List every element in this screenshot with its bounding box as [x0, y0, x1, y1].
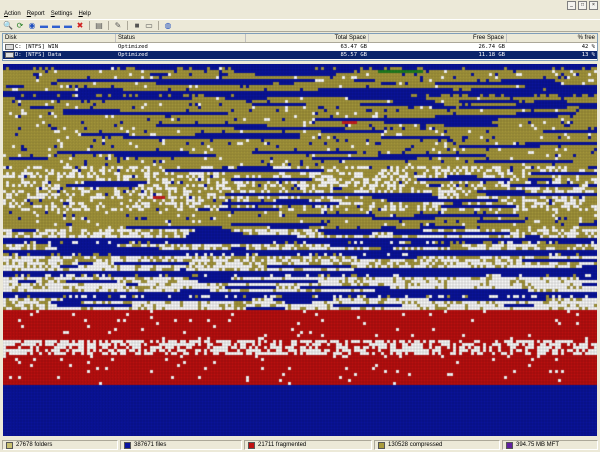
- terminal-icon[interactable]: ■: [132, 21, 142, 31]
- disk-list-header: Disk Status Total Space Free Space % fre…: [3, 34, 597, 43]
- analyze-icon[interactable]: 🔍: [3, 21, 13, 31]
- menu-bar: Action Report Settings Help: [0, 10, 91, 19]
- disk-total: 63.47 GB: [340, 44, 368, 50]
- legend-swatch: [124, 441, 131, 449]
- disk-row-d[interactable]: D: [NTFS] Data Optimized 85.57 GB 11.18 …: [3, 51, 597, 59]
- legend-swatch: [378, 441, 385, 449]
- status-bar: 27678 folders 387671 files 21711 fragmente…: [0, 438, 600, 452]
- legend-swatch: [248, 441, 255, 449]
- menu-action[interactable]: Action: [4, 10, 21, 19]
- disk-total: 85.57 GB: [340, 52, 368, 58]
- menu-settings[interactable]: Settings: [51, 10, 73, 19]
- drive-icon: [5, 43, 14, 50]
- stop-icon[interactable]: ✖: [75, 21, 85, 31]
- legend-swatch: [506, 441, 513, 449]
- defrag-icon[interactable]: ◉: [27, 21, 37, 31]
- settings-icon[interactable]: ✎: [113, 21, 123, 31]
- toolbar-separator: [158, 21, 159, 30]
- disk-name: D: [NTFS] Data: [15, 52, 62, 58]
- maximize-button[interactable]: □: [578, 1, 587, 10]
- disk-list: Disk Status Total Space Free Space % fre…: [2, 33, 598, 61]
- legend-compressed: 130528 compressed: [374, 440, 500, 450]
- disk-row-c[interactable]: C: [NTFS] WIN Optimized 63.47 GB 26.74 G…: [3, 43, 597, 51]
- disk-status: Optimized: [118, 52, 148, 58]
- minimize-button[interactable]: _: [567, 1, 576, 10]
- toolbar-separator: [108, 21, 109, 30]
- help-icon[interactable]: ◍: [163, 21, 173, 31]
- legend-files: 387671 files: [120, 440, 242, 450]
- cluster-map[interactable]: [3, 64, 597, 436]
- disk-status: Optimized: [118, 44, 148, 50]
- quick-optimize-icon[interactable]: ▬: [39, 21, 49, 31]
- title-bar: _ □ ×: [0, 0, 600, 10]
- close-button[interactable]: ×: [589, 1, 598, 10]
- legend-mft: 394.75 MB MFT: [502, 440, 598, 450]
- mft-optimize-icon[interactable]: ▬: [63, 21, 73, 31]
- legend-fragmented: 21711 fragmented: [244, 440, 372, 450]
- report-icon[interactable]: ▤: [94, 21, 104, 31]
- toolbar-separator: [89, 21, 90, 30]
- full-optimize-icon[interactable]: ▬: [51, 21, 61, 31]
- toolbar-separator: [127, 21, 128, 30]
- menu-help[interactable]: Help: [78, 10, 90, 19]
- drive-icon: [5, 51, 14, 58]
- disk-percent-free: 42 %: [581, 44, 595, 50]
- column-disk[interactable]: Disk: [3, 34, 116, 42]
- disk-name: C: [NTFS] WIN: [15, 44, 59, 50]
- legend-swatch: [6, 441, 13, 449]
- menu-report[interactable]: Report: [27, 10, 45, 19]
- disk-percent-free: 13 %: [581, 52, 595, 58]
- legend-folders: 27678 folders: [2, 440, 118, 450]
- column-percent-free[interactable]: % free: [507, 34, 597, 42]
- log-icon[interactable]: ▭: [144, 21, 154, 31]
- disk-free: 26.74 GB: [478, 44, 506, 50]
- column-total-space[interactable]: Total Space: [246, 34, 369, 42]
- disk-free: 11.18 GB: [478, 52, 506, 58]
- refresh-icon[interactable]: ⟳: [15, 21, 25, 31]
- column-status[interactable]: Status: [116, 34, 246, 42]
- toolbar: 🔍 ⟳ ◉ ▬ ▬ ▬ ✖ ▤ ✎ ■ ▭ ◍: [0, 19, 600, 32]
- column-free-space[interactable]: Free Space: [369, 34, 507, 42]
